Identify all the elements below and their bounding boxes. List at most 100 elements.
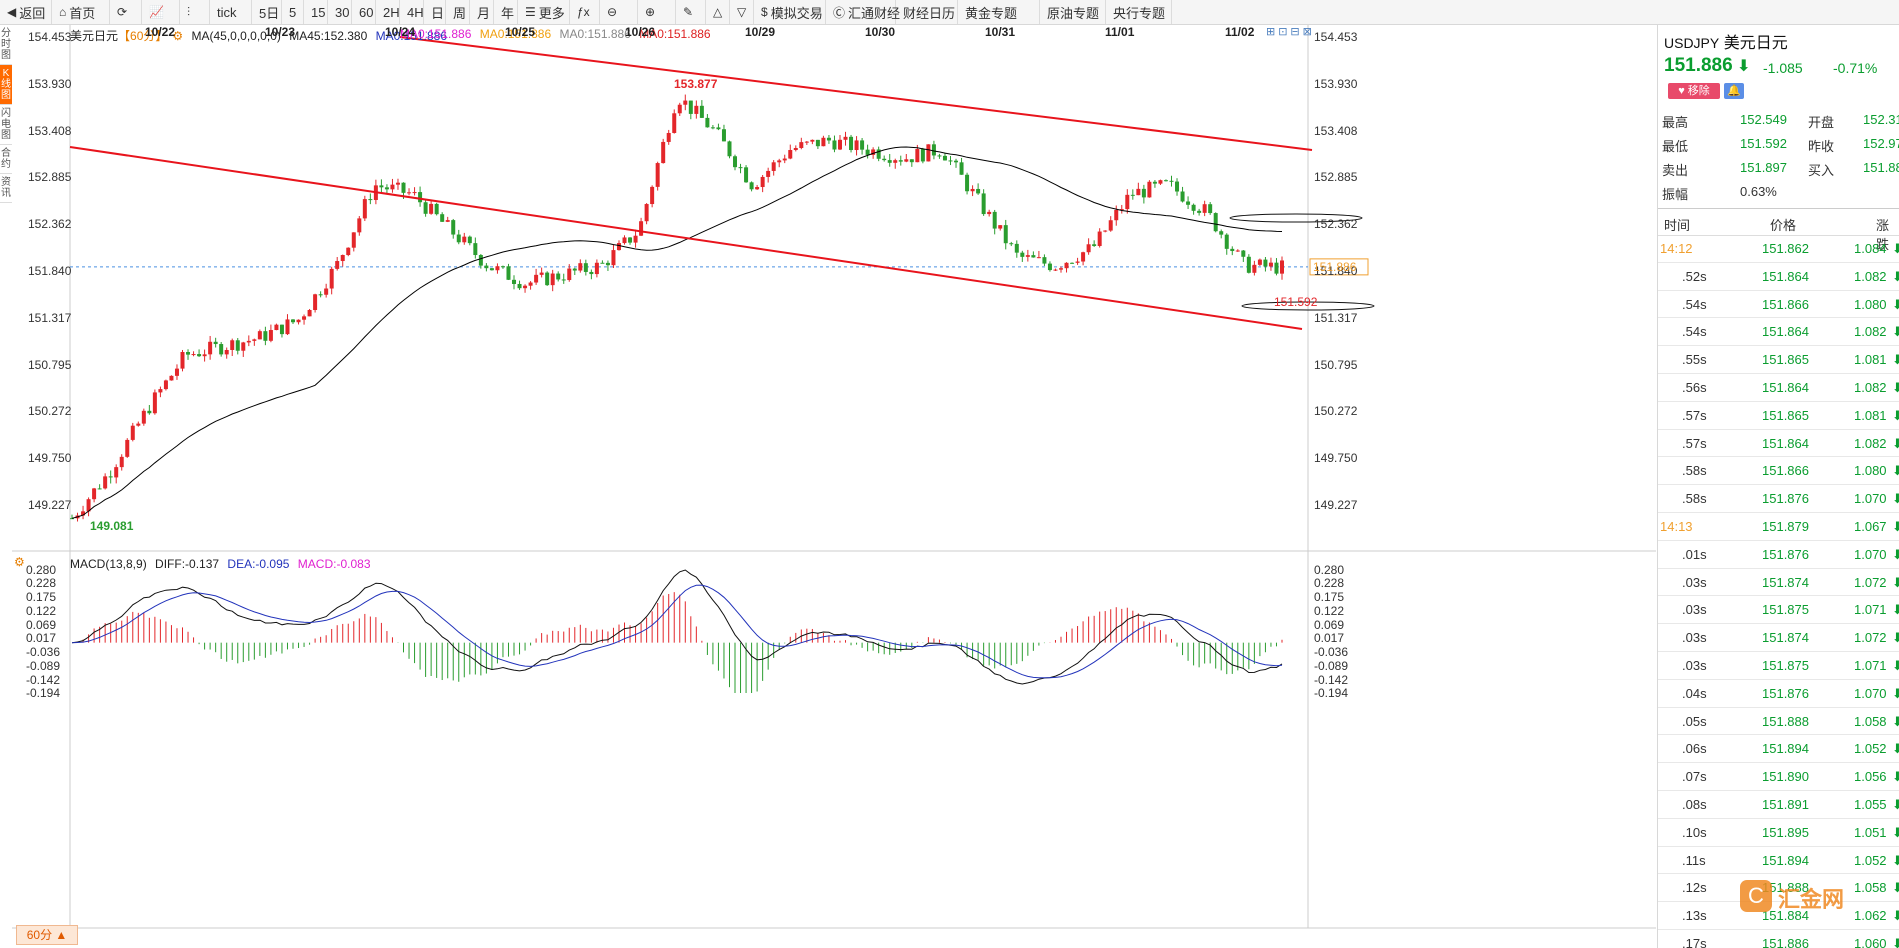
tick-row[interactable]: .55s 151.865 1.081 ⬇ [1658, 346, 1899, 374]
watermark-logo: C 汇金网 [1740, 878, 1890, 918]
left-tab-1[interactable]: K线图 [0, 65, 12, 105]
candle-body [1047, 263, 1052, 271]
period-badge[interactable]: 60分 ▲ [16, 925, 78, 945]
toolbar-button-13[interactable]: 日 [424, 0, 446, 24]
candle-body [418, 192, 423, 203]
toolbar-button-26[interactable]: 财经日历 [896, 0, 958, 24]
tick-row[interactable]: .52s 151.864 1.082 ⬇ [1658, 263, 1899, 291]
zoom-in-button[interactable]: ⊕ [638, 0, 676, 24]
arrow-left-button[interactable]: ◀ 返回 [0, 0, 52, 24]
tick-time: .57s [1682, 435, 1707, 451]
tick-row[interactable]: .05s 151.888 1.058 ⬇ [1658, 708, 1899, 736]
candle-body [644, 204, 649, 222]
formula-button[interactable]: ƒx [570, 0, 600, 24]
tick-row[interactable]: .54s 151.866 1.080 ⬇ [1658, 291, 1899, 319]
candle-body [429, 203, 434, 214]
macd-settings-icon[interactable]: ⚙ [14, 555, 25, 569]
candle-body [230, 340, 235, 350]
toolbar-button-27[interactable]: 黄金专题 [958, 0, 1040, 24]
tick-list[interactable]: 14:12 151.862 1.084 ⬇ .52s 151.864 1.082 ⬇ .54s 1… [1658, 235, 1899, 948]
candle-body [1014, 243, 1019, 253]
tick-row[interactable]: .03s 151.874 1.072 ⬇ [1658, 624, 1899, 652]
menu-button[interactable]: ☰ 更多 [518, 0, 570, 24]
tick-row[interactable]: .06s 151.894 1.052 ⬇ [1658, 735, 1899, 764]
tick-row[interactable]: .54s 151.864 1.082 ⬇ [1658, 318, 1899, 347]
tick-row[interactable]: 14:13 151.879 1.067 ⬇ [1658, 513, 1899, 541]
left-tab-2[interactable]: 闪电图 [0, 105, 12, 145]
tick-row[interactable]: .58s 151.876 1.070 ⬇ [1658, 485, 1899, 513]
tick-row[interactable]: .57s 151.865 1.081 ⬇ [1658, 402, 1899, 430]
candle-body [821, 137, 826, 147]
triangle-up-button[interactable]: △ [706, 0, 730, 24]
toolbar-button-12[interactable]: 4H [400, 0, 424, 24]
tick-row[interactable]: 14:12 151.862 1.084 ⬇ [1658, 235, 1899, 263]
price-axis-left-label: 151.840 [28, 264, 72, 278]
chart-window-icons[interactable]: ⊞⊡⊟⊠ [1266, 25, 1315, 38]
toolbar-button-11[interactable]: 2H [376, 0, 400, 24]
candle-body [307, 310, 312, 317]
toolbar-button-7[interactable]: 5 [282, 0, 304, 24]
tick-row[interactable]: .07s 151.890 1.056 ⬇ [1658, 763, 1899, 791]
tick-row[interactable]: .03s 151.875 1.071 ⬇ [1658, 652, 1899, 680]
left-tab-3[interactable]: 合约 [0, 145, 12, 174]
toolbar-button-29[interactable]: 央行专题 [1106, 0, 1172, 24]
tick-time: .03s [1682, 630, 1707, 646]
candles-button[interactable]: ⫶ [180, 0, 210, 24]
tick-change: 1.070 [1854, 491, 1887, 507]
remove-watch-button[interactable]: ♥ 移除 [1668, 83, 1720, 99]
macd-legend: MACD(13,8,9) DIFF:-0.137 DEA:-0.095 MACD… [70, 557, 376, 571]
candle-body [1263, 259, 1268, 267]
toolbar-button-28[interactable]: 原油专题 [1040, 0, 1106, 24]
dollar-button[interactable]: $ 模拟交易 [754, 0, 826, 24]
left-tab-0[interactable]: 分时图 [0, 25, 12, 65]
toolbar-button-8[interactable]: 15 [304, 0, 328, 24]
toolbar-button-14[interactable]: 周 [446, 0, 470, 24]
hui-button[interactable]: Ⓒ 汇通财经 [826, 0, 900, 24]
price-axis-left-label: 149.750 [28, 451, 72, 466]
toolbar-button-9[interactable]: 30 [328, 0, 352, 24]
chart-type-button[interactable]: 📈 [142, 0, 180, 24]
candle-body [119, 456, 124, 468]
zoom-out-button[interactable]: ⊖ [600, 0, 638, 24]
chart-area[interactable]: 美元日元【60分】 ⚙ MA(45,0,0,0,0,0) MA45:152.380… [12, 25, 1656, 948]
tick-row[interactable]: .11s 151.894 1.052 ⬇ [1658, 847, 1899, 875]
candle-body [926, 144, 931, 162]
tick-row[interactable]: .58s 151.866 1.080 ⬇ [1658, 457, 1899, 486]
price-axis-right-label: 150.272 [1314, 404, 1358, 419]
toolbar-button-15[interactable]: 月 [470, 0, 494, 24]
tick-row[interactable]: .57s 151.864 1.082 ⬇ [1658, 430, 1899, 458]
tick-price: 151.888 [1762, 713, 1809, 729]
candle-body [622, 237, 627, 244]
top-toolbar: ◀ 返回 ⌂ 首页 ⟳ 📈 ⫶ tick 5日 5 15 30 60 2H 4H 日周月年 ☰ 更多 ƒx ⊖ ⊕ ✎ △ ▽… [0, 0, 1899, 25]
toolbar-label: 年 [501, 5, 515, 21]
candle-body [931, 144, 936, 156]
tick-row[interactable]: .03s 151.875 1.071 ⬇ [1658, 596, 1899, 625]
tick-row[interactable]: .08s 151.891 1.055 ⬇ [1658, 791, 1899, 819]
tick-row[interactable]: .56s 151.864 1.082 ⬇ [1658, 374, 1899, 402]
left-tab-4[interactable]: 资讯 [0, 174, 12, 203]
macd-axis-right-label: -0.142 [1314, 672, 1349, 687]
toolbar-button-16[interactable]: 年 [494, 0, 518, 24]
triangle-down-button[interactable]: ▽ [730, 0, 754, 24]
toolbar-button-5[interactable]: tick [210, 0, 252, 24]
kline-chart[interactable] [12, 25, 1656, 948]
arrow-down-icon: ⬇ [1892, 547, 1899, 563]
pen-button[interactable]: ✎ [676, 0, 706, 24]
tick-row[interactable]: .10s 151.895 1.051 ⬇ [1658, 819, 1899, 847]
tick-row[interactable]: .01s 151.876 1.070 ⬇ [1658, 541, 1899, 569]
price-axis-right-label: 152.885 [1314, 170, 1358, 185]
tick-time: .06s [1682, 741, 1707, 757]
candle-body [1081, 252, 1086, 262]
bell-icon[interactable]: 🔔 [1724, 83, 1744, 99]
toolbar-button-6[interactable]: 5日 [252, 0, 282, 24]
tick-price: 151.864 [1762, 435, 1809, 451]
candle-body [263, 331, 268, 341]
candle-body [749, 182, 754, 190]
home-button[interactable]: ⌂ 首页 [52, 0, 110, 24]
toolbar-button-10[interactable]: 60 [352, 0, 376, 24]
tick-row[interactable]: .03s 151.874 1.072 ⬇ [1658, 569, 1899, 597]
tick-row[interactable]: .17s 151.886 1.060 ⬇ [1658, 930, 1899, 948]
refresh-button[interactable]: ⟳ [110, 0, 142, 24]
x-axis-label: 11/02 [1225, 25, 1255, 39]
tick-row[interactable]: .04s 151.876 1.070 ⬇ [1658, 680, 1899, 708]
